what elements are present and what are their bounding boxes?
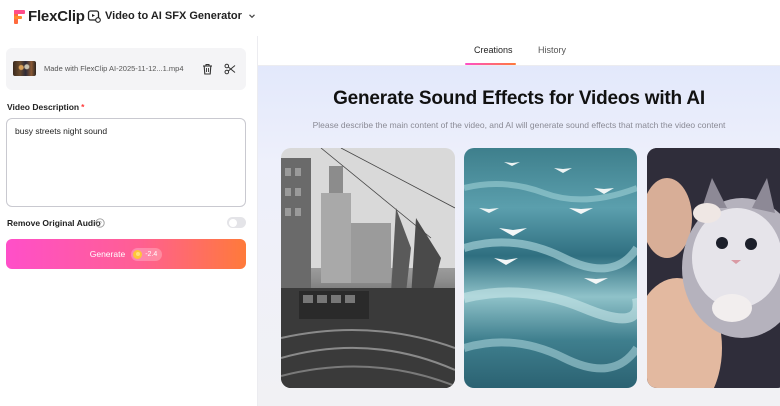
video-thumbnail: [13, 61, 36, 76]
file-name: Made with FlexClip AI-2025-11-12...1.mp4: [44, 64, 184, 73]
video-description-input[interactable]: [6, 118, 246, 207]
uploaded-file-card: Made with FlexClip AI-2025-11-12...1.mp4: [6, 48, 246, 90]
help-icon[interactable]: ?: [95, 218, 105, 228]
credit-cost-value: -2.4: [145, 250, 158, 258]
chevron-down-icon: [248, 14, 255, 19]
flexclip-logo[interactable]: FlexClip: [14, 8, 85, 25]
logo-text: FlexClip: [28, 8, 85, 25]
left-panel: Made with FlexClip AI-2025-11-12...1.mp4…: [0, 36, 258, 406]
generate-button[interactable]: Generate -2.4: [6, 239, 246, 269]
remove-original-audio-row: Remove Original Audio ?: [7, 216, 247, 230]
tabs-bar: Creations History: [258, 36, 780, 66]
street-scene-image: [281, 148, 455, 388]
active-tab-indicator: [465, 63, 516, 65]
logo-mark-icon: [14, 9, 26, 25]
video-description-label: Video Description *: [7, 102, 84, 112]
example-card-seagulls[interactable]: [464, 148, 637, 388]
tool-name: Video to AI SFX Generator: [105, 10, 242, 22]
remove-original-audio-label: Remove Original Audio: [7, 218, 101, 228]
right-panel: Creations History Generate Sound Effects…: [258, 36, 780, 406]
generate-button-label: Generate: [89, 249, 126, 259]
trim-file-button[interactable]: [222, 61, 238, 77]
seagulls-image: [464, 162, 637, 373]
video-sfx-icon: [87, 10, 101, 23]
tool-selector-dropdown[interactable]: Video to AI SFX Generator: [87, 9, 257, 23]
required-mark: *: [81, 102, 85, 112]
video-description-label-text: Video Description: [7, 102, 80, 112]
coin-icon: [133, 249, 143, 259]
delete-file-button[interactable]: [199, 61, 215, 77]
kitten-image: [647, 148, 780, 388]
tab-history[interactable]: History: [538, 45, 566, 55]
page-title: Generate Sound Effects for Videos with A…: [333, 88, 705, 109]
top-bar: FlexClip Video to AI SFX Generator: [0, 0, 780, 36]
scissors-icon: [224, 63, 236, 75]
page-subtitle: Please describe the main content of the …: [312, 120, 726, 130]
example-card-kitten[interactable]: [647, 148, 780, 388]
trash-icon: [202, 64, 212, 75]
tab-creations[interactable]: Creations: [474, 45, 513, 55]
credit-cost-badge: -2.4: [131, 247, 163, 261]
remove-original-audio-toggle[interactable]: [227, 217, 246, 228]
example-card-street[interactable]: [281, 148, 455, 388]
